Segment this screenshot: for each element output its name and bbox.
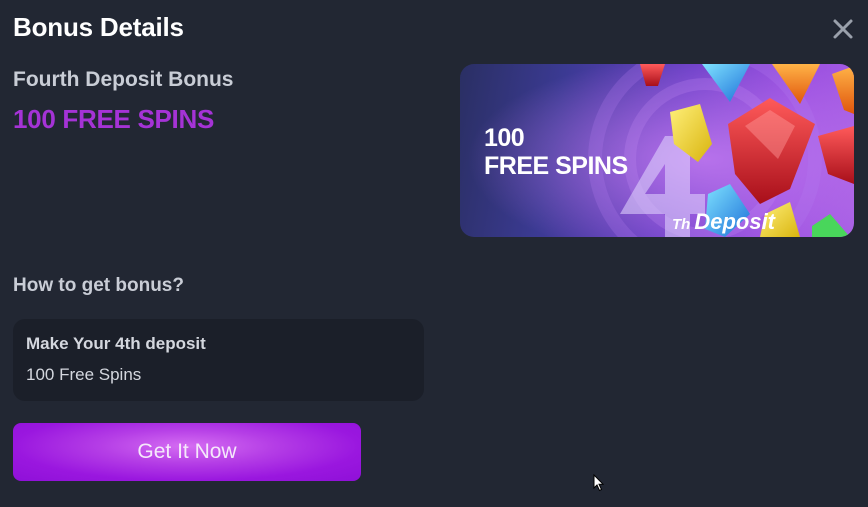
close-icon bbox=[833, 19, 853, 39]
bonus-banner: 100 FREE SPINS Th Deposit bbox=[460, 64, 854, 237]
bonus-details-modal: Bonus Details Fourth Deposit Bonus 100 F… bbox=[0, 0, 868, 507]
step-title: Make Your 4th deposit bbox=[26, 334, 206, 353]
banner-deposit-label: Th Deposit bbox=[672, 209, 775, 235]
step-card: Make Your 4th deposit 100 Free Spins bbox=[13, 319, 424, 401]
bonus-name: Fourth Deposit Bonus bbox=[13, 68, 234, 91]
banner-suffix: Th bbox=[672, 216, 691, 233]
step-description: 100 Free Spins bbox=[26, 365, 142, 384]
banner-deposit: Deposit bbox=[694, 209, 776, 234]
mouse-cursor-icon bbox=[593, 474, 605, 492]
get-it-now-button[interactable]: Get It Now bbox=[13, 423, 361, 481]
how-to-title: How to get bonus? bbox=[13, 275, 184, 296]
banner-line-2: FREE SPINS bbox=[484, 152, 628, 180]
bonus-amount: 100 FREE SPINS bbox=[13, 104, 214, 134]
close-button[interactable] bbox=[829, 15, 857, 43]
modal-title: Bonus Details bbox=[13, 12, 184, 42]
banner-line-1: 100 bbox=[484, 124, 525, 152]
banner-headline: 100 FREE SPINS bbox=[484, 124, 628, 180]
